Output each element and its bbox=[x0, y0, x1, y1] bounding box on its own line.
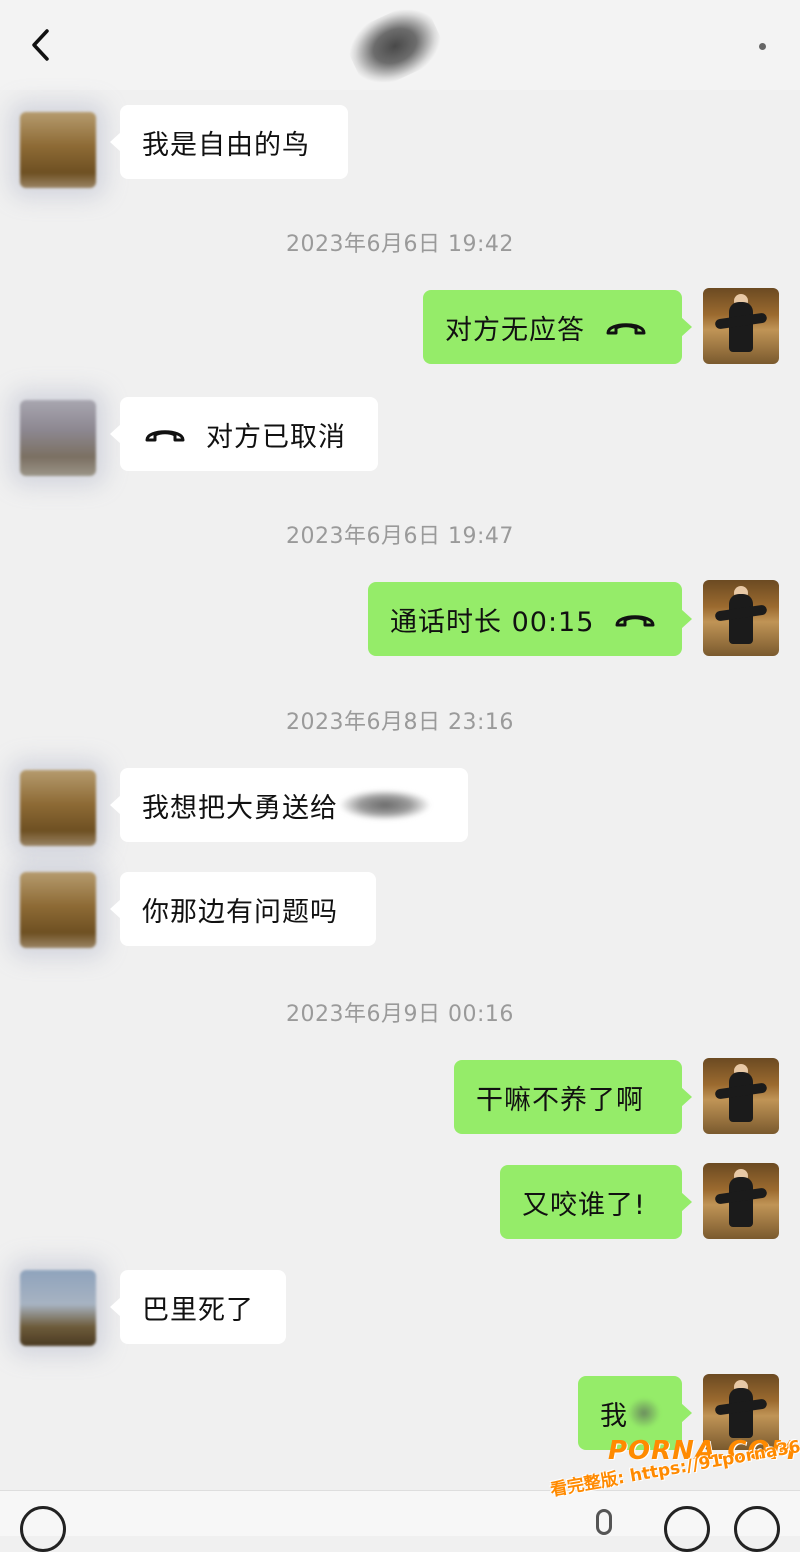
more-button[interactable] bbox=[752, 36, 772, 56]
back-button[interactable] bbox=[22, 22, 58, 68]
my-avatar[interactable] bbox=[703, 1058, 779, 1134]
contact-avatar[interactable] bbox=[20, 872, 96, 948]
message-text: 巴里死了 bbox=[142, 1294, 254, 1326]
message-bubble-received[interactable]: 你那边有问题吗 bbox=[110, 872, 376, 946]
contact-avatar[interactable] bbox=[20, 770, 96, 846]
redacted-text bbox=[340, 790, 430, 820]
timestamp: 2023年6月6日 19:42 bbox=[286, 232, 514, 257]
message-text: 通话时长 00:15 bbox=[390, 606, 595, 638]
timestamp: 2023年6月9日 00:16 bbox=[286, 1002, 514, 1027]
message-bubble-sent[interactable]: 又咬谁了! bbox=[500, 1165, 692, 1239]
input-bar bbox=[0, 1490, 800, 1552]
phone-hangup-icon bbox=[603, 315, 649, 339]
contact-name-redacted bbox=[340, 0, 450, 95]
microphone-icon[interactable] bbox=[596, 1509, 612, 1535]
message-bubble-received[interactable]: 对方已取消 bbox=[110, 397, 378, 471]
message-text: 我想把大勇送给 bbox=[142, 792, 338, 824]
my-avatar[interactable] bbox=[703, 1374, 779, 1450]
my-avatar[interactable] bbox=[703, 1163, 779, 1239]
message-bubble-received[interactable]: 我想把大勇送给 bbox=[110, 768, 468, 842]
timestamp: 2023年6月6日 19:47 bbox=[286, 524, 514, 549]
emoji-icon[interactable] bbox=[664, 1506, 710, 1552]
redacted-text bbox=[628, 1398, 660, 1428]
phone-hangup-icon bbox=[612, 607, 658, 631]
plus-icon[interactable] bbox=[734, 1506, 780, 1552]
message-text: 我是自由的鸟 bbox=[142, 129, 310, 161]
contact-avatar[interactable] bbox=[20, 1270, 96, 1346]
timestamp: 2023年6月8日 23:16 bbox=[286, 710, 514, 735]
phone-hangup-icon bbox=[142, 422, 188, 446]
voice-icon[interactable] bbox=[20, 1506, 66, 1552]
message-bubble-sent[interactable]: 通话时长 00:15 bbox=[368, 582, 692, 656]
my-avatar[interactable] bbox=[703, 288, 779, 364]
my-avatar[interactable] bbox=[703, 580, 779, 656]
message-text: 对方已取消 bbox=[206, 421, 346, 453]
message-bubble-received[interactable]: 巴里死了 bbox=[110, 1270, 286, 1344]
contact-avatar[interactable] bbox=[20, 400, 96, 476]
chevron-left-icon bbox=[32, 29, 49, 61]
more-dot-icon bbox=[758, 42, 766, 50]
message-bubble-sent[interactable]: 干嘛不养了啊 bbox=[454, 1060, 692, 1134]
message-text: 又咬谁了! bbox=[522, 1189, 646, 1221]
message-text: 你那边有问题吗 bbox=[142, 896, 338, 928]
message-bubble-sent[interactable]: 我 bbox=[578, 1376, 692, 1450]
contact-avatar[interactable] bbox=[20, 112, 96, 188]
message-text: 对方无应答 bbox=[445, 314, 585, 346]
message-bubble-received[interactable]: 我是自由的鸟 bbox=[110, 105, 348, 179]
message-text: 我 bbox=[600, 1400, 628, 1432]
message-text: 干嘛不养了啊 bbox=[476, 1084, 644, 1116]
message-bubble-sent[interactable]: 对方无应答 bbox=[423, 290, 692, 364]
chat-header bbox=[0, 0, 800, 95]
